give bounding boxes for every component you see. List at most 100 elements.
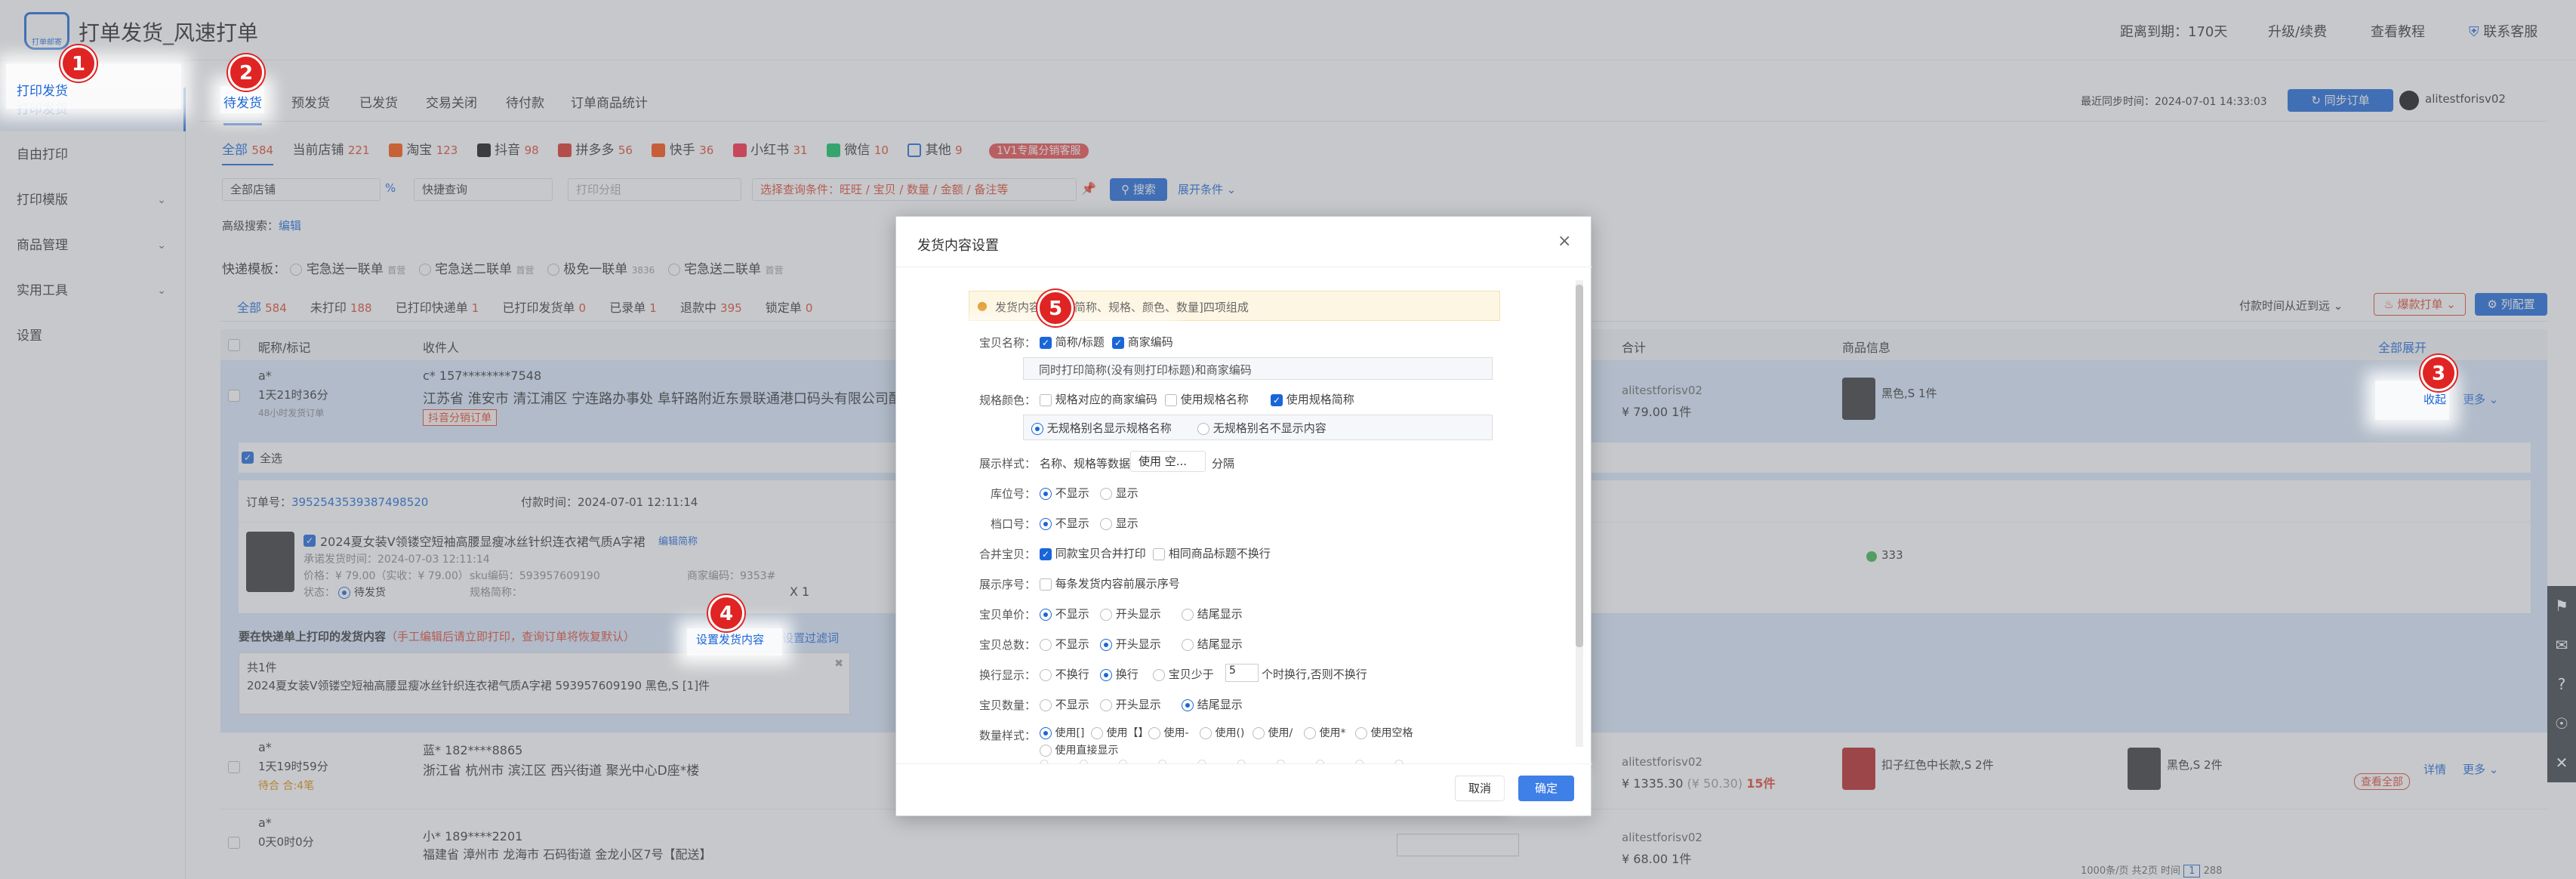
option-label: 使用/ [1268, 727, 1293, 739]
faded-row: ○○○○○○○○○○ [1040, 757, 1434, 763]
radio [1304, 727, 1316, 739]
baobei-short-option[interactable]: ✓ 简称/标题 [1040, 334, 1105, 350]
checkbox: ✓ [1040, 336, 1052, 349]
qty-style-4[interactable]: 使用() [1200, 725, 1244, 740]
radio [1040, 745, 1052, 757]
checkbox [1165, 393, 1177, 406]
close-icon[interactable]: × [1558, 232, 1571, 251]
price-end[interactable]: 结尾显示 [1182, 606, 1243, 621]
qty-style-5[interactable]: 使用/ [1253, 725, 1293, 740]
wrap-yes[interactable]: 换行 [1100, 666, 1139, 682]
qty-start[interactable]: 开头显示 [1100, 696, 1161, 712]
highlight-tab-label: 待发货 [223, 96, 262, 111]
price-start[interactable]: 开头显示 [1100, 606, 1161, 621]
option-label: 不显示 [1055, 517, 1089, 530]
radio [1040, 668, 1052, 681]
option-label: 不显示 [1055, 486, 1089, 500]
radio [1040, 608, 1052, 621]
display-value: 名称、规格等数据 [1040, 457, 1131, 470]
wrap-count-input[interactable]: 5 [1225, 664, 1259, 682]
radio [1100, 608, 1112, 621]
radio [1182, 608, 1194, 621]
option-label: 简称/标题 [1055, 335, 1105, 349]
option-label: 不显示 [1055, 637, 1089, 651]
stall-hide[interactable]: 不显示 [1040, 515, 1089, 531]
option-label: 商家编码 [1127, 335, 1173, 349]
option-label: 同款宝贝合并打印 [1055, 547, 1146, 560]
radio [1040, 517, 1052, 530]
option-label: 不换行 [1055, 668, 1089, 681]
qty-end[interactable]: 结尾显示 [1182, 696, 1243, 712]
option-label: 不显示 [1055, 607, 1089, 621]
display-label: 展示样式： [978, 457, 1036, 470]
spec-short-option[interactable]: ✓ 使用规格简称 [1271, 391, 1354, 407]
confirm-button[interactable]: 确定 [1518, 776, 1574, 801]
stock-label: 库位号： [990, 487, 1036, 501]
stock-show[interactable]: 显示 [1100, 485, 1139, 501]
wrap-conditional[interactable]: 宝贝少于 [1153, 666, 1214, 682]
qty-style-2[interactable]: 使用【】 [1091, 725, 1148, 740]
option-label: 结尾显示 [1197, 698, 1243, 711]
option-label: 宝贝少于 [1168, 668, 1214, 681]
merge-option-1[interactable]: ✓ 同款宝贝合并打印 [1040, 545, 1146, 561]
spec-sub-option-1[interactable]: 无规格别名显示规格名称 [1031, 420, 1172, 436]
price-hide[interactable]: 不显示 [1040, 606, 1089, 621]
radio [1253, 727, 1265, 739]
step-marker: 2 [228, 54, 264, 91]
warning-icon: ● [977, 298, 988, 313]
spec-code-option[interactable]: 规格对应的商家编码 [1040, 391, 1157, 407]
option-label: 使用规格简称 [1286, 393, 1354, 406]
qty-style-6[interactable]: 使用* [1304, 725, 1345, 740]
divider [896, 763, 1592, 764]
radio [1040, 638, 1052, 651]
total-end[interactable]: 结尾显示 [1182, 636, 1243, 652]
qty-style-3[interactable]: 使用- [1148, 725, 1189, 740]
spec-sub-box: 无规格别名显示规格名称 无规格别名不显示内容 [1023, 415, 1493, 440]
spec-label: 规格颜色： [978, 393, 1036, 407]
option-label: 每条发货内容前展示序号 [1055, 577, 1180, 591]
merge-option-2[interactable]: 相同商品标题不换行 [1153, 545, 1271, 561]
option-label: 换行 [1115, 668, 1139, 681]
radio [1100, 699, 1112, 711]
radio [1040, 699, 1052, 711]
step-marker: 1 [60, 45, 97, 82]
option-label: 使用【】 [1106, 727, 1149, 739]
radio [1100, 487, 1112, 500]
dialog-title: 发货内容设置 [917, 238, 999, 254]
seq-label: 展示序号： [978, 578, 1036, 591]
wrap-none[interactable]: 不换行 [1040, 666, 1089, 682]
radio [1100, 638, 1112, 651]
separator-select[interactable]: 使用 空... [1130, 451, 1206, 472]
qty-style-1[interactable]: 使用[] [1040, 725, 1084, 740]
option-label: 结尾显示 [1197, 637, 1243, 651]
radio [1091, 727, 1103, 739]
total-hide[interactable]: 不显示 [1040, 636, 1089, 652]
stall-show[interactable]: 显示 [1100, 515, 1139, 531]
baobei-code-option[interactable]: ✓ 商家编码 [1112, 334, 1173, 350]
radio [1100, 668, 1112, 681]
step-marker: 4 [708, 595, 744, 631]
highlight-sidebar-label: 打印发货 [17, 84, 68, 99]
option-label: 结尾显示 [1197, 607, 1243, 621]
total-label: 宝贝总数： [978, 638, 1036, 652]
option-label: 使用空格 [1370, 727, 1413, 739]
stock-hide[interactable]: 不显示 [1040, 485, 1089, 501]
seq-option[interactable]: 每条发货内容前展示序号 [1040, 575, 1180, 591]
qty-style-label: 数量样式： [978, 729, 1036, 742]
option-label: 使用() [1215, 727, 1245, 739]
qty-hide[interactable]: 不显示 [1040, 696, 1089, 712]
radio [1355, 727, 1367, 739]
option-label: 相同商品标题不换行 [1168, 547, 1271, 560]
option-label: 开头显示 [1115, 637, 1161, 651]
scrollbar-thumb[interactable] [1576, 285, 1583, 647]
highlight-collapse-label: 收起 [2423, 393, 2447, 406]
separator-label: 分隔 [1212, 457, 1235, 470]
spec-name-option[interactable]: 使用规格名称 [1165, 391, 1249, 407]
option-label: 使用- [1163, 727, 1189, 739]
qty-style-7[interactable]: 使用空格 [1355, 725, 1413, 740]
spec-sub-option-2[interactable]: 无规格别名不显示内容 [1197, 420, 1327, 436]
qty-style-8[interactable]: 使用直接显示 [1040, 742, 1118, 757]
baobei-info-box: 同时打印简称(没有则打印标题)和商家编码 [1023, 357, 1493, 380]
total-start[interactable]: 开头显示 [1100, 636, 1161, 652]
cancel-button[interactable]: 取消 [1455, 776, 1505, 801]
